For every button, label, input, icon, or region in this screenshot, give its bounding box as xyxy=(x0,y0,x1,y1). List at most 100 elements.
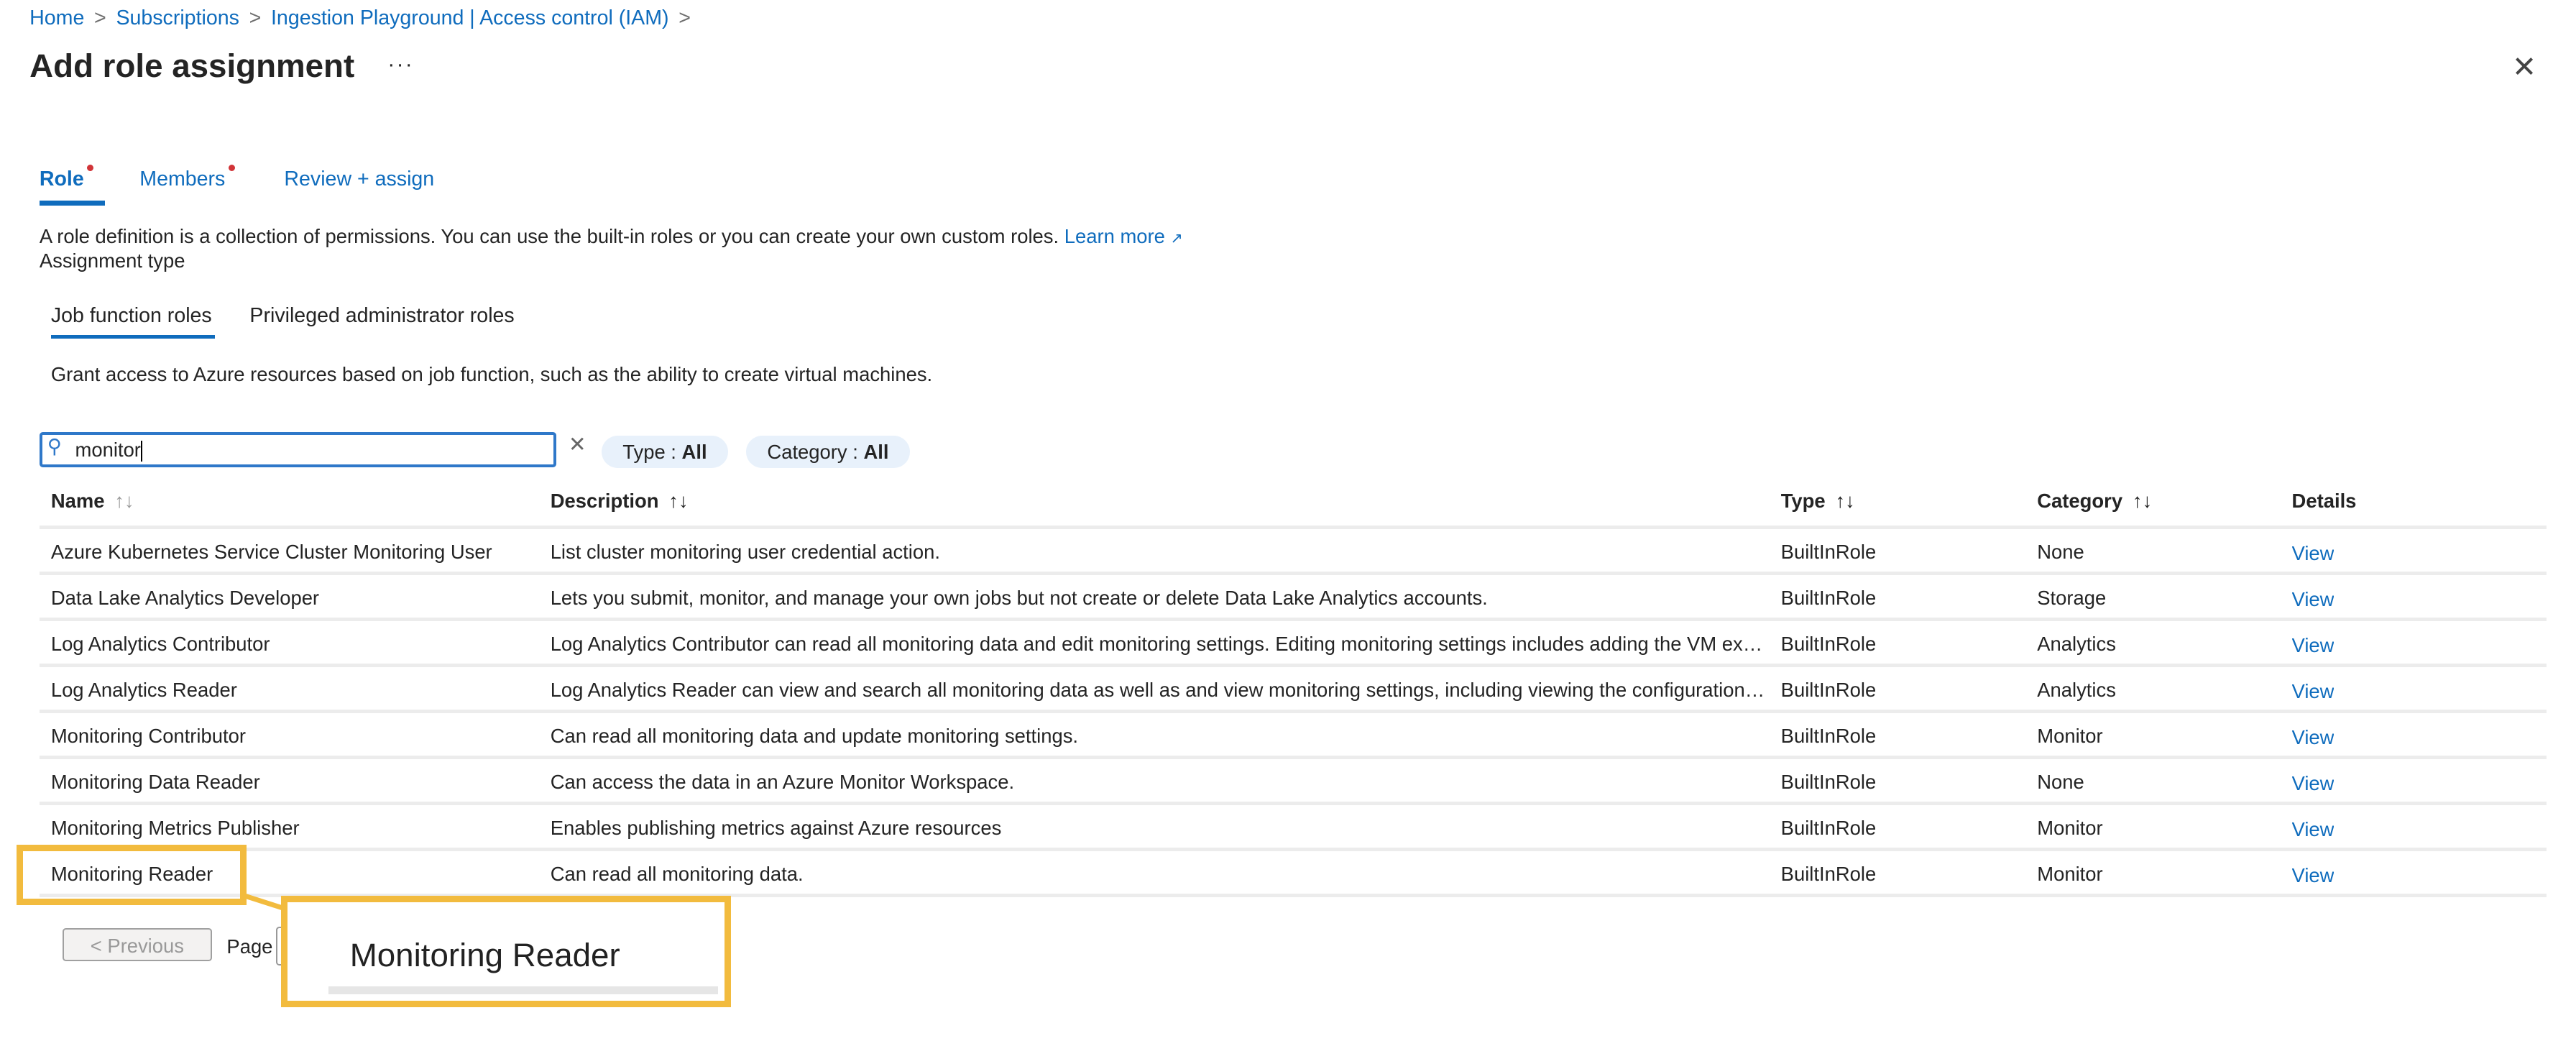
page-title: Add role assignment xyxy=(29,47,355,85)
subtab-job-function-roles[interactable]: Job function roles xyxy=(51,304,212,328)
subtab-privileged-admin-roles[interactable]: Privileged administrator roles xyxy=(249,304,514,328)
role-description: A role definition is a collection of per… xyxy=(40,225,1183,248)
view-link[interactable]: View xyxy=(2292,772,2334,795)
clear-search-icon[interactable]: ✕ xyxy=(569,432,586,457)
cell-name: Monitoring Metrics Publisher xyxy=(50,816,300,839)
header-label: Category xyxy=(2037,490,2123,513)
filter-label: Type : xyxy=(622,440,682,463)
add-role-assignment-page: Home > Subscriptions > Ingestion Playground … xyxy=(0,0,2576,1040)
type-filter-button[interactable]: Type : All xyxy=(601,435,729,469)
breadcrumb-home[interactable]: Home xyxy=(29,6,84,29)
search-value: monitor xyxy=(75,438,141,461)
callout-shadow xyxy=(328,986,718,994)
description-text: A role definition is a collection of per… xyxy=(39,225,1059,248)
table-row[interactable]: Data Lake Analytics Developer Lets you su… xyxy=(40,575,2547,618)
table-row[interactable]: Monitoring Reader Can read all monitoring… xyxy=(40,851,2547,894)
assignment-type-label: Assignment type xyxy=(39,249,185,272)
header-label: Description xyxy=(550,490,659,513)
view-link[interactable]: View xyxy=(2292,864,2334,887)
chevron-right-icon: > xyxy=(678,6,691,30)
column-header-description[interactable]: Description ↑↓ xyxy=(551,490,689,513)
table-row[interactable]: Monitoring Contributor Can read all monit… xyxy=(40,713,2547,756)
cell-type: BuiltInRole xyxy=(1780,724,1877,747)
cell-category: Analytics xyxy=(2037,678,2116,701)
tab-role[interactable]: Role xyxy=(39,164,94,191)
close-icon[interactable]: ✕ xyxy=(2512,50,2536,84)
view-link[interactable]: View xyxy=(2292,680,2334,703)
cell-description: Lets you submit, monitor, and manage you… xyxy=(550,586,1488,609)
column-header-details: Details xyxy=(2291,490,2357,513)
previous-page-button[interactable]: < Previous xyxy=(62,928,212,962)
column-header-category[interactable]: Category ↑↓ xyxy=(2037,490,2152,513)
more-options-icon[interactable]: ··· xyxy=(387,52,414,77)
table-row[interactable]: Monitoring Metrics Publisher Enables publ… xyxy=(40,805,2547,848)
highlight-box xyxy=(16,844,247,906)
tab-label: Members xyxy=(139,168,226,191)
learn-more-link[interactable]: Learn more xyxy=(1064,225,1165,247)
sort-icon[interactable]: ↑↓ xyxy=(2133,490,2152,512)
view-link[interactable]: View xyxy=(2292,634,2334,657)
cell-type: BuiltInRole xyxy=(1780,540,1877,563)
chevron-right-icon: > xyxy=(249,6,262,30)
table-row[interactable]: Log Analytics Contributor Log Analytics C… xyxy=(40,621,2547,664)
tab-label: Role xyxy=(39,168,84,191)
text-caret xyxy=(140,440,143,462)
page-label: Page xyxy=(226,935,273,958)
search-input[interactable]: ⚲ monitor xyxy=(39,432,556,468)
table-row[interactable]: Azure Kubernetes Service Cluster Monitor… xyxy=(40,529,2547,572)
cell-category: Storage xyxy=(2037,586,2107,609)
callout-text: Monitoring Reader xyxy=(349,936,620,973)
header-label: Name xyxy=(50,490,105,513)
cell-description: Enables publishing metrics against Azure… xyxy=(550,816,1002,839)
chevron-right-icon: > xyxy=(94,6,106,30)
cell-category: Analytics xyxy=(2037,632,2116,655)
cell-name: Monitoring Contributor xyxy=(50,724,246,747)
cell-type: BuiltInRole xyxy=(1780,586,1877,609)
cell-type: BuiltInRole xyxy=(1780,862,1877,885)
tab-review-assign[interactable]: Review + assign xyxy=(284,168,434,191)
cell-type: BuiltInRole xyxy=(1780,678,1877,701)
sort-icon[interactable]: ↑↓ xyxy=(668,490,688,512)
view-link[interactable]: View xyxy=(2292,588,2334,611)
view-link[interactable]: View xyxy=(2292,818,2334,841)
tab-label: Review + assign xyxy=(284,168,435,191)
cell-description: Log Analytics Contributor can read all m… xyxy=(550,632,1767,655)
cell-name: Log Analytics Contributor xyxy=(50,632,270,655)
cell-description: Can read all monitoring data and update … xyxy=(550,724,1079,747)
zoom-callout: Monitoring Reader xyxy=(280,895,732,1008)
table-row[interactable]: Log Analytics Reader Log Analytics Reader… xyxy=(40,667,2547,710)
cell-name: Data Lake Analytics Developer xyxy=(50,586,320,609)
cell-category: Monitor xyxy=(2037,816,2103,839)
tab-members[interactable]: Members xyxy=(139,164,236,191)
cell-name: Azure Kubernetes Service Cluster Monitor… xyxy=(50,540,492,563)
sort-icon[interactable]: ↑↓ xyxy=(114,490,134,512)
table-row[interactable]: Monitoring Data Reader Can access the dat… xyxy=(40,759,2547,802)
column-header-name[interactable]: Name ↑↓ xyxy=(51,490,134,513)
search-icon: ⚲ xyxy=(47,435,62,458)
cell-type: BuiltInRole xyxy=(1780,632,1877,655)
cell-description: List cluster monitoring user credential … xyxy=(550,540,940,563)
cell-name: Log Analytics Reader xyxy=(50,678,237,701)
sort-icon[interactable]: ↑↓ xyxy=(1835,490,1854,512)
breadcrumb-subscriptions[interactable]: Subscriptions xyxy=(116,6,239,29)
cell-name: Monitoring Data Reader xyxy=(50,770,260,793)
callout-connector xyxy=(243,894,285,912)
column-header-type[interactable]: Type ↑↓ xyxy=(1781,490,1855,513)
view-link[interactable]: View xyxy=(2292,726,2334,749)
cell-description: Log Analytics Reader can view and search… xyxy=(550,678,1767,701)
cell-description: Can access the data in an Azure Monitor … xyxy=(550,770,1015,793)
cell-category: None xyxy=(2037,770,2084,793)
subtab-description: Grant access to Azure resources based on… xyxy=(50,363,933,386)
breadcrumb-iam[interactable]: Ingestion Playground | Access control (I… xyxy=(271,6,669,29)
cell-category: Monitor xyxy=(2037,862,2103,885)
cell-type: BuiltInRole xyxy=(1780,816,1877,839)
cell-category: None xyxy=(2037,540,2084,563)
cell-category: Monitor xyxy=(2037,724,2103,747)
view-link[interactable]: View xyxy=(2292,542,2334,565)
required-dot-icon xyxy=(228,164,236,171)
external-link-icon: ↗ xyxy=(1170,230,1183,247)
filter-value: All xyxy=(681,440,707,463)
filter-label: Category : xyxy=(767,440,864,463)
filter-value: All xyxy=(863,440,889,463)
category-filter-button[interactable]: Category : All xyxy=(745,435,911,469)
